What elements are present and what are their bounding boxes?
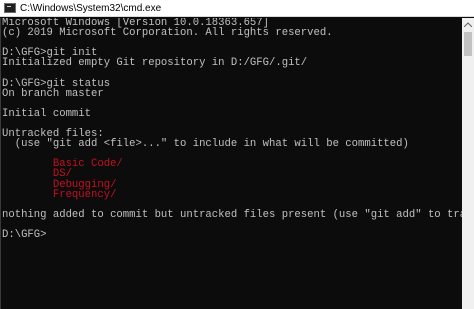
untracked-file-line: DS/ [2, 168, 72, 181]
window-left-edge [0, 18, 1, 309]
scroll-up-arrow-icon[interactable] [462, 18, 474, 30]
cmd-window: C:\Windows\System32\cmd.exe Microsoft Wi… [0, 0, 474, 309]
console-app-icon [4, 3, 16, 13]
console-line: On branch master [2, 87, 104, 100]
console-line: Initialized empty Git repository in D:/G… [2, 57, 308, 70]
console-output[interactable]: Microsoft Windows [Version 10.0.18363.65… [2, 18, 462, 309]
window-title: C:\Windows\System32\cmd.exe [20, 2, 162, 14]
untracked-file-line: Frequency/ [2, 188, 117, 201]
console-line: nothing added to commit but untracked fi… [2, 208, 462, 221]
vertical-scrollbar[interactable] [462, 18, 474, 309]
console-line: Initial commit [2, 107, 92, 120]
console-line: D:\GFG> [2, 228, 47, 241]
console-line: (use "git add <file>..." to include in w… [2, 138, 409, 151]
title-bar[interactable]: C:\Windows\System32\cmd.exe [0, 0, 474, 17]
scroll-thumb[interactable] [464, 32, 472, 56]
console-line: (c) 2019 Microsoft Corporation. All righ… [2, 27, 333, 40]
